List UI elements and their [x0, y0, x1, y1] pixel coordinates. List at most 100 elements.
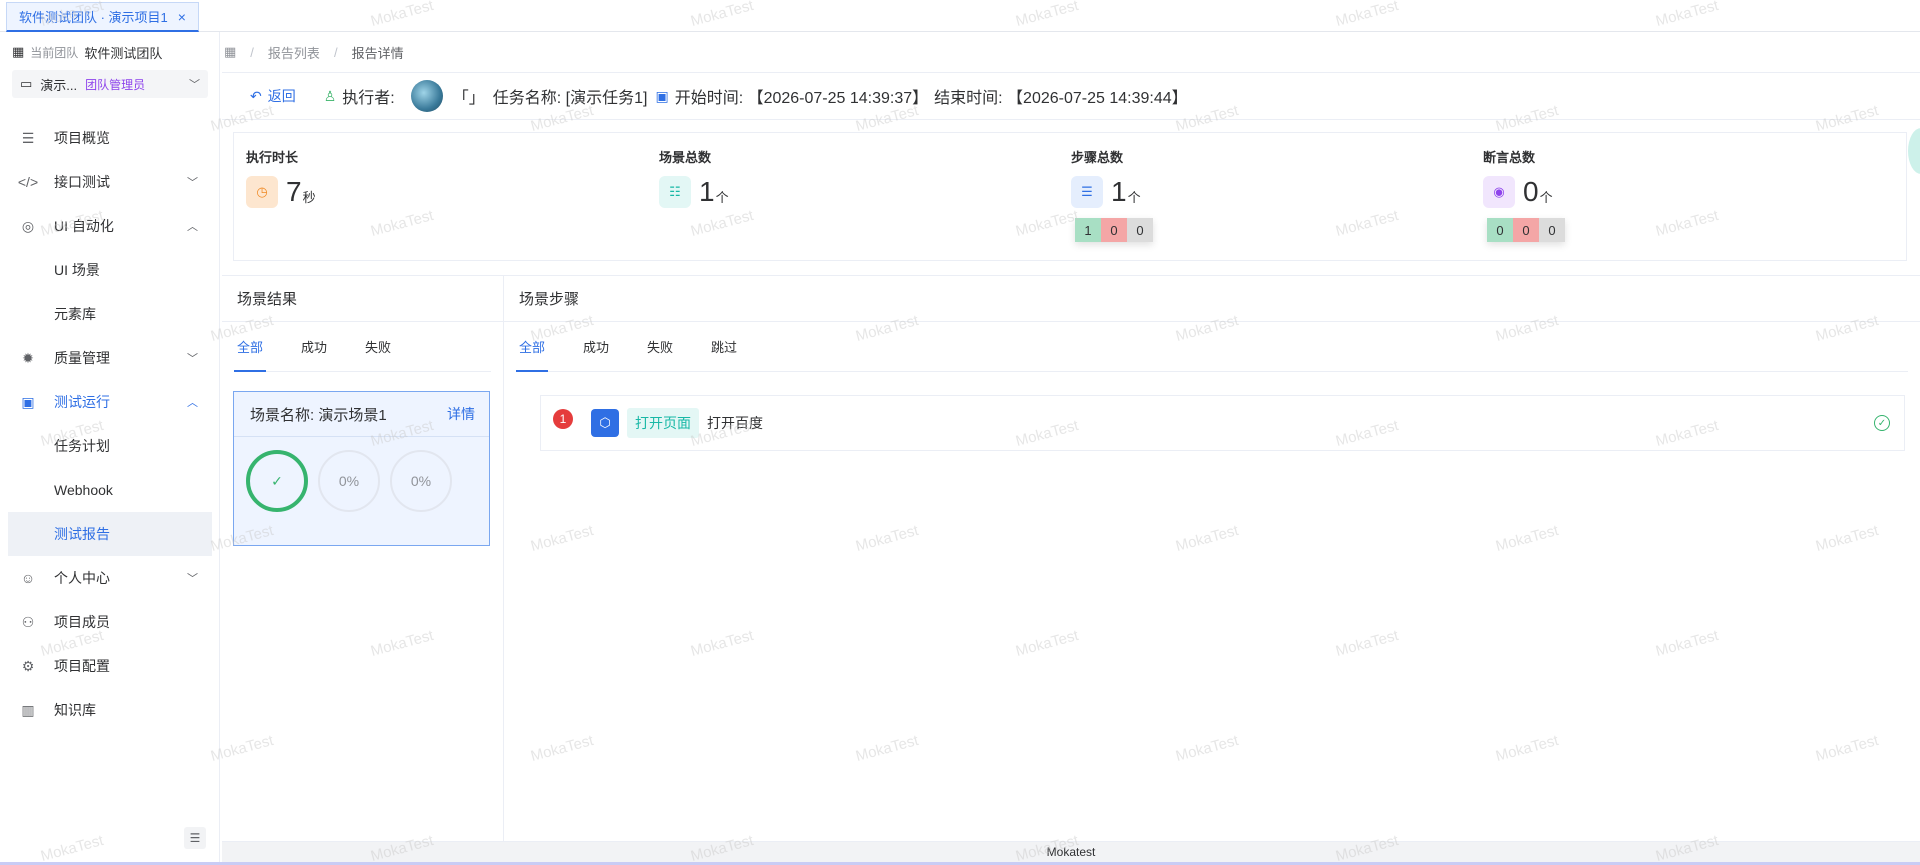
- sidebar-item-task-plan[interactable]: 任务计划: [8, 424, 212, 468]
- team-name: 软件测试团队: [84, 45, 163, 61]
- users-icon: ⚇: [21, 613, 35, 630]
- sidebar-item-webhook[interactable]: Webhook: [8, 468, 212, 512]
- step-name: 打开百度: [707, 415, 763, 431]
- sidebar-item-element-lib[interactable]: 元素库: [8, 292, 212, 336]
- stat-value: 0: [1523, 176, 1539, 207]
- panel-title: 场景结果: [222, 276, 503, 322]
- sidebar-item-test-report[interactable]: 测试报告: [8, 512, 212, 556]
- back-icon: ↶: [250, 87, 262, 104]
- check-circle-icon: ◉: [1483, 176, 1515, 208]
- close-icon[interactable]: ×: [178, 9, 186, 25]
- stat-steps: 步骤总数 ☰ 1 个 1 0 0: [1071, 147, 1471, 242]
- project-role: 团队管理员: [85, 77, 146, 92]
- sidebar-item-label: 任务计划: [54, 438, 110, 454]
- list-icon: ☰: [21, 129, 35, 146]
- user-icon: ☺: [20, 570, 36, 586]
- check-circle-icon: ◎: [21, 217, 35, 234]
- stats-panel: 执行时长 ◷ 7 秒 场景总数 ☷ 1 个 步骤总数 ☰ 1 个 1 0 0 断…: [233, 132, 1907, 261]
- fail-count: 0: [1101, 218, 1127, 242]
- tab-all[interactable]: 全部: [234, 322, 267, 372]
- tab-skip[interactable]: 跳过: [708, 322, 740, 372]
- chevron-down-icon: ﹀: [187, 353, 198, 365]
- bug-icon: ✹: [22, 349, 34, 366]
- stat-scenes: 场景总数 ☷ 1 个: [659, 147, 1059, 208]
- sidebar-item-config[interactable]: ⚙ 项目配置: [8, 644, 212, 688]
- chevron-down-icon: ﹀: [187, 573, 198, 585]
- step-index: 1: [553, 409, 573, 429]
- book-icon: ▥: [21, 701, 35, 718]
- stat-value: 1: [699, 176, 715, 207]
- scene-card[interactable]: 场景名称: 演示场景1 详情 ✓ 0% 0%: [233, 391, 490, 546]
- scene-result-tabs: 全部 成功 失败: [234, 322, 491, 372]
- sidebar-item-label: 项目成员: [54, 614, 110, 630]
- breadcrumb-separator: /: [250, 44, 254, 60]
- sidebar-item-label: UI 自动化: [54, 218, 114, 234]
- sidebar-item-label: 知识库: [54, 702, 96, 718]
- tab-project[interactable]: 软件测试团队 · 演示项目1 ×: [6, 2, 199, 32]
- stat-unit: 秒: [302, 189, 316, 205]
- success-icon: ✓: [1874, 415, 1890, 431]
- stat-label: 步骤总数: [1071, 150, 1124, 165]
- fail-ring: 0%: [318, 450, 380, 512]
- tab-fail[interactable]: 失败: [644, 322, 676, 372]
- tab-fail[interactable]: 失败: [362, 322, 394, 372]
- sidebar-item-ui-scene[interactable]: UI 场景: [8, 248, 212, 292]
- check-icon: ✓: [271, 472, 283, 489]
- project-name: 演示...: [40, 77, 78, 93]
- sidebar-item-quality[interactable]: ✹ 质量管理 ﹀: [8, 336, 212, 380]
- breadcrumb-report-list[interactable]: 报告列表: [268, 43, 320, 62]
- code-icon: </>: [17, 174, 39, 190]
- project-select[interactable]: ▭ 演示... 团队管理员 ﹀: [12, 70, 208, 98]
- skip-count: 0: [1539, 218, 1565, 242]
- gear-icon: ⚙: [21, 657, 35, 674]
- scene-name: 场景名称: 演示场景1: [250, 406, 387, 424]
- scene-steps-panel: 场景步骤 全部 成功 失败 跳过 1 ⬡ 打开页面 打开百度 ✓: [504, 275, 1920, 843]
- step-row[interactable]: 1 ⬡ 打开页面 打开百度 ✓: [540, 395, 1905, 451]
- chevron-up-icon: ︿: [187, 397, 198, 409]
- sidebar-menu: ☰ 项目概览 </> 接口测试 ﹀ ◎ UI 自动化 ︿ UI 场景 元素库 ✹ 质量管理 ﹀…: [8, 116, 212, 732]
- report-header: ↶ 返回 ♙ 执行者: 「」 任务名称: [演示任务1] ▣ 开始时间: 【202…: [222, 72, 1920, 120]
- task-name: 任务名称: [演示任务1]: [492, 90, 648, 107]
- chevron-down-icon: ﹀: [187, 177, 198, 189]
- sidebar-item-members[interactable]: ⚇ 项目成员: [8, 600, 212, 644]
- sidebar-item-label: 个人中心: [54, 570, 110, 586]
- sidebar-item-label: Webhook: [54, 482, 113, 498]
- breadcrumb-separator: /: [333, 44, 338, 60]
- stat-label: 场景总数: [659, 150, 712, 165]
- footer: Mokatest: [222, 841, 1920, 862]
- tab-success[interactable]: 成功: [298, 322, 330, 372]
- collapse-menu-icon[interactable]: ☰: [184, 827, 206, 849]
- end-time: 结束时间: 【2026-07-25 14:39:44】: [934, 90, 1188, 107]
- sidebar-item-overview[interactable]: ☰ 项目概览: [8, 116, 212, 160]
- tab-label: 软件测试团队 · 演示项目1: [19, 10, 168, 25]
- detail-link[interactable]: 详情: [447, 404, 475, 424]
- stat-value: 7: [286, 176, 302, 207]
- sidebar-item-test-run[interactable]: ▣ 测试运行 ︿: [8, 380, 212, 424]
- tab-strip: 软件测试团队 · 演示项目1 ×: [0, 0, 1920, 32]
- list-icon: ☰: [1071, 176, 1103, 208]
- stat-label: 执行时长: [246, 150, 299, 165]
- stat-duration: 执行时长 ◷ 7 秒: [246, 147, 646, 208]
- sidebar-item-knowledge[interactable]: ▥ 知识库: [8, 688, 212, 732]
- sidebar-item-api-test[interactable]: </> 接口测试 ﹀: [8, 160, 212, 204]
- scene-step-tabs: 全部 成功 失败 跳过: [516, 322, 1908, 372]
- sidebar-item-personal[interactable]: ☺ 个人中心 ﹀: [8, 556, 212, 600]
- floating-button[interactable]: [1908, 128, 1920, 174]
- current-team: ▦ 当前团队 软件测试团队: [12, 42, 162, 62]
- user-icon: ♙: [323, 87, 337, 104]
- back-button[interactable]: ↶ 返回: [250, 86, 296, 106]
- tab-all[interactable]: 全部: [516, 322, 549, 372]
- sidebar-item-label: 接口测试: [54, 174, 110, 190]
- stat-label: 断言总数: [1483, 150, 1536, 165]
- skip-count: 0: [1127, 218, 1153, 242]
- panel-title: 场景步骤: [504, 276, 1920, 322]
- grid-icon: ▦: [12, 44, 25, 59]
- sidebar-item-label: 项目配置: [54, 658, 110, 674]
- chevron-down-icon: ﹀: [189, 79, 200, 91]
- stat-unit: 个: [715, 189, 729, 205]
- executor-label: 执行者:: [342, 90, 395, 107]
- tab-success[interactable]: 成功: [580, 322, 612, 372]
- stat-value: 1: [1111, 176, 1127, 207]
- apps-icon[interactable]: ▦: [224, 44, 236, 60]
- sidebar-item-ui-automation[interactable]: ◎ UI 自动化 ︿: [8, 204, 212, 248]
